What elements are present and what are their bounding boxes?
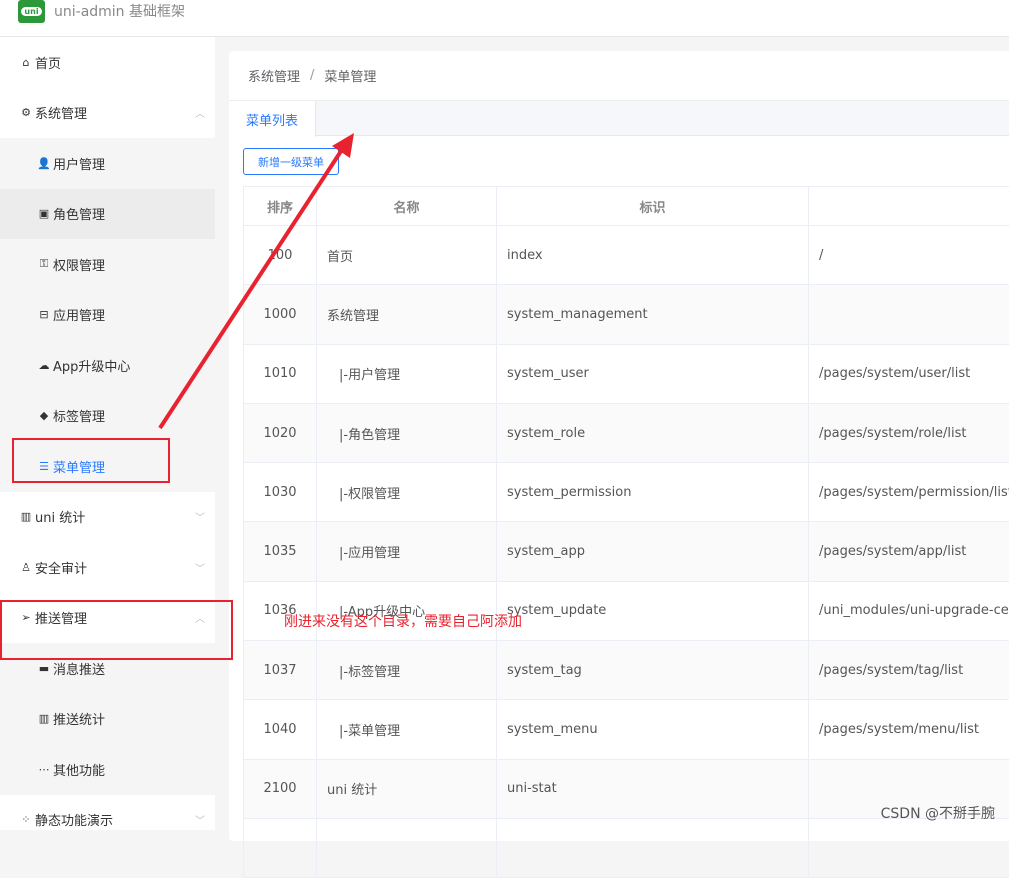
annotation-box-push	[0, 600, 233, 660]
annotation-arrow	[160, 145, 345, 428]
annotation-box-menu	[12, 438, 170, 483]
arrow-head-icon	[332, 133, 354, 158]
watermark: CSDN @不掰手腕	[881, 803, 995, 823]
annotation-overlay	[0, 0, 1009, 830]
annotation-note: 刚进来没有这个目录，需要自己阿添加	[284, 611, 522, 631]
